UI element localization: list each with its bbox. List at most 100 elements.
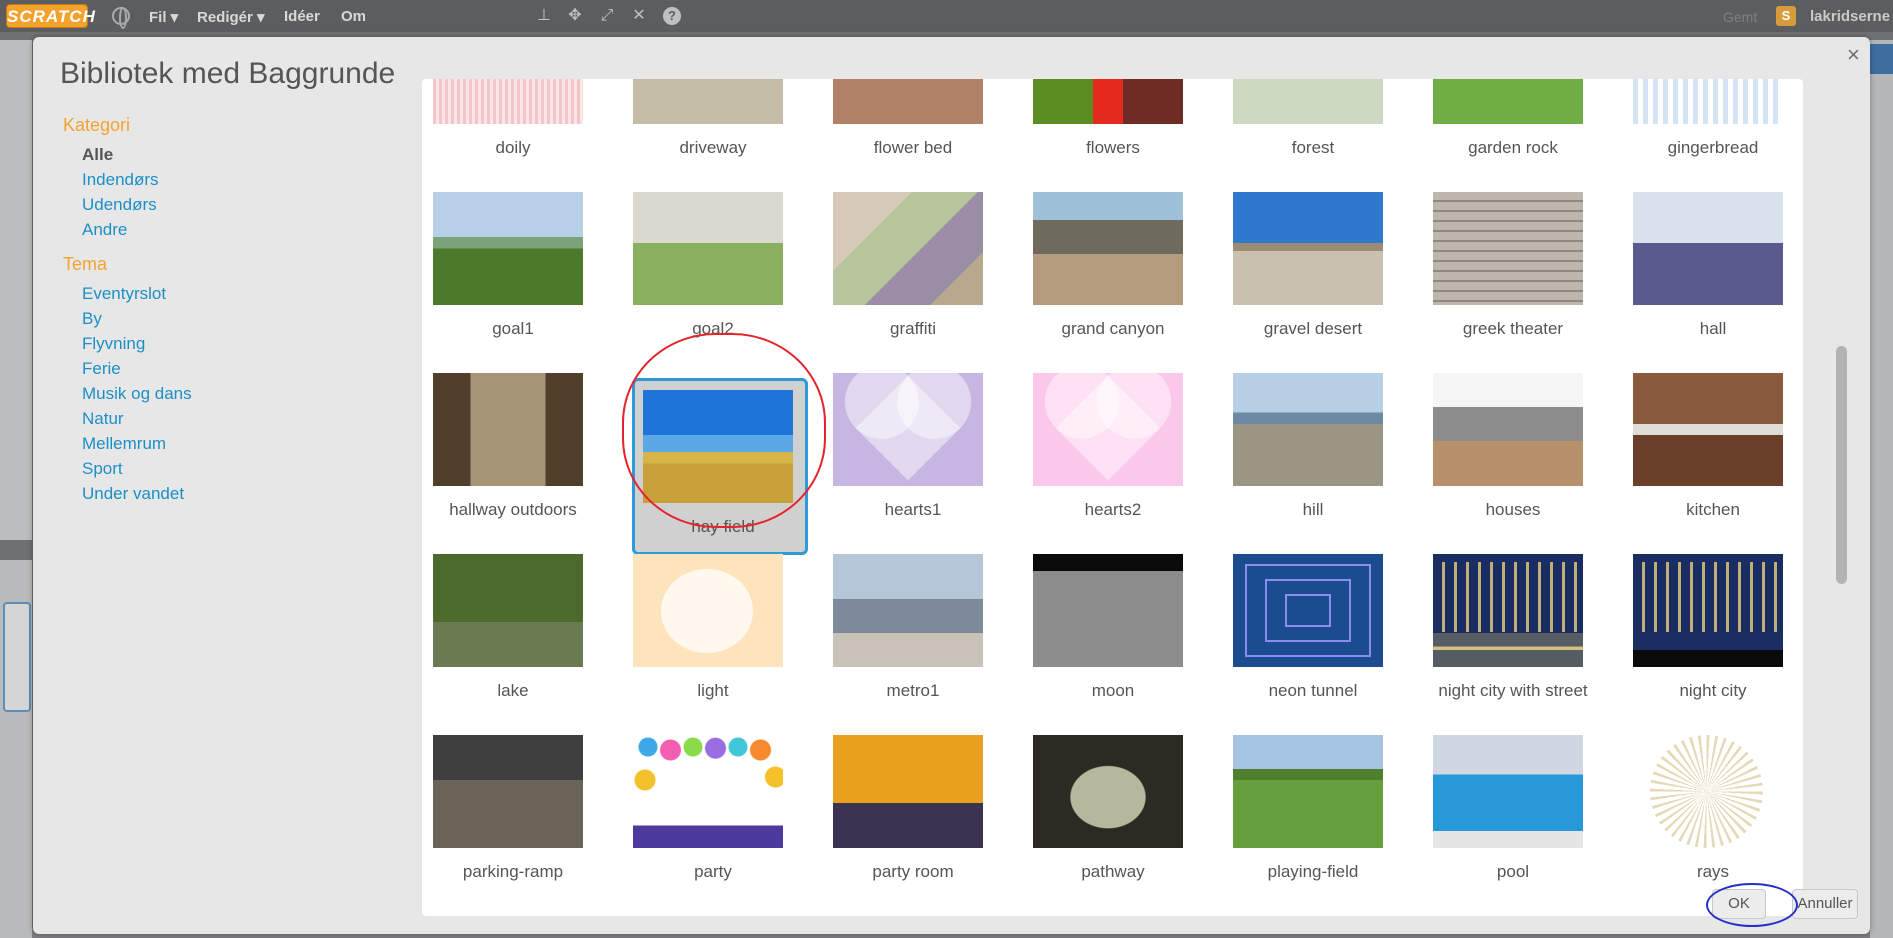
- category-indoors[interactable]: Indendørs: [63, 167, 423, 192]
- dialog-title: Bibliotek med Baggrunde: [60, 57, 396, 90]
- backdrop-thumbnail: [833, 373, 983, 486]
- backdrop-thumbnail: [833, 79, 983, 124]
- backdrop-thumbnail: [1633, 79, 1783, 124]
- backdrop-tile[interactable]: playing-field: [1222, 723, 1383, 904]
- backdrop-tile[interactable]: rays: [1622, 723, 1783, 904]
- backdrop-label: pool: [1496, 862, 1530, 881]
- backdrop-tile[interactable]: flower bed: [822, 79, 983, 180]
- backdrop-label: hearts1: [884, 500, 942, 519]
- shrink-icon[interactable]: ✕: [630, 7, 648, 25]
- backdrop-thumbnail: [1433, 79, 1583, 124]
- backdrop-thumbnail: [433, 554, 583, 667]
- theme-city[interactable]: By: [63, 306, 423, 331]
- red-annotation-circle: [622, 333, 826, 528]
- category-other[interactable]: Andre: [63, 217, 423, 242]
- backdrop-tile[interactable]: light: [622, 542, 783, 723]
- backdrop-tile[interactable]: houses: [1422, 361, 1583, 542]
- backdrop-tile[interactable]: graffiti: [822, 180, 983, 361]
- backdrop-tile[interactable]: hearts2: [1022, 361, 1183, 542]
- theme-flying[interactable]: Flyvning: [63, 331, 423, 356]
- backdrop-label: pathway: [1081, 862, 1145, 881]
- backdrop-tile[interactable]: party room: [822, 723, 983, 904]
- close-icon[interactable]: ×: [1847, 42, 1860, 68]
- backdrop-label: greek theater: [1462, 319, 1564, 338]
- stage-panel-edge: [0, 40, 32, 540]
- heart-shape: [855, 375, 961, 481]
- backdrop-tile[interactable]: pathway: [1022, 723, 1183, 904]
- backdrop-thumbnail: [1033, 79, 1183, 124]
- move-icon[interactable]: ✥: [566, 7, 584, 25]
- cancel-button[interactable]: Annuller: [1792, 889, 1858, 919]
- blue-annotation-circle: [1706, 883, 1798, 927]
- backdrop-tile[interactable]: pool: [1422, 723, 1583, 904]
- backdrop-thumbnail: [1033, 373, 1183, 486]
- theme-holiday[interactable]: Ferie: [63, 356, 423, 381]
- backdrop-tile[interactable]: greek theater: [1422, 180, 1583, 361]
- backdrop-thumbnail: [1433, 192, 1583, 305]
- heart-shape: [1055, 375, 1161, 481]
- backdrop-label: houses: [1485, 500, 1541, 519]
- backdrop-thumbnail: [833, 735, 983, 848]
- backdrop-gallery[interactable]: doily driveway flower bed flowers forest…: [422, 79, 1803, 916]
- backdrop-tile[interactable]: night city with street: [1422, 542, 1588, 723]
- backdrop-label: graffiti: [890, 319, 936, 338]
- backdrop-tile[interactable]: hearts1: [822, 361, 983, 542]
- backdrop-label: hall: [1699, 319, 1727, 338]
- backdrop-tile[interactable]: parking-ramp: [422, 723, 583, 904]
- theme-castle[interactable]: Eventyrslot: [63, 281, 423, 306]
- theme-underwater[interactable]: Under vandet: [63, 481, 423, 506]
- backdrop-tile[interactable]: hill: [1222, 361, 1383, 542]
- menu-about[interactable]: Om: [341, 8, 366, 25]
- scratch-logo[interactable]: SCRATCH: [6, 4, 95, 28]
- backdrop-thumbnail: [633, 554, 783, 667]
- theme-heading: Tema: [63, 254, 108, 274]
- backdrop-tile[interactable]: neon tunnel: [1222, 542, 1383, 723]
- user-avatar-icon[interactable]: S: [1776, 6, 1796, 26]
- backdrop-thumbnail: [633, 735, 783, 848]
- backdrop-tile[interactable]: doily: [422, 79, 583, 180]
- balloons: [633, 735, 783, 795]
- backdrop-thumbnail: [1233, 192, 1383, 305]
- backdrop-tile[interactable]: kitchen: [1622, 361, 1783, 542]
- stamp-icon[interactable]: ⊥: [535, 7, 553, 25]
- backdrop-tile[interactable]: goal1: [422, 180, 583, 361]
- backdrop-label: night city with street: [1438, 681, 1588, 700]
- backdrop-thumbnail: [1033, 735, 1183, 848]
- backdrop-tile[interactable]: flowers: [1022, 79, 1183, 180]
- backdrop-tile[interactable]: lake: [422, 542, 583, 723]
- theme-sports[interactable]: Sport: [63, 456, 423, 481]
- backdrop-tile[interactable]: driveway: [622, 79, 783, 180]
- category-outdoors[interactable]: Udendørs: [63, 192, 423, 217]
- backdrop-library-dialog: Bibliotek med Baggrunde × Kategori Alle …: [33, 37, 1870, 934]
- backdrop-label: party room: [872, 862, 954, 881]
- help-icon[interactable]: ?: [663, 7, 681, 25]
- backdrop-tile[interactable]: forest: [1222, 79, 1383, 180]
- backdrop-tile[interactable]: hallway outdoors: [422, 361, 583, 542]
- theme-space[interactable]: Mellemrum: [63, 431, 423, 456]
- category-all[interactable]: Alle: [63, 142, 423, 167]
- backdrop-tile[interactable]: moon: [1022, 542, 1183, 723]
- backdrop-thumbnail: [1433, 554, 1583, 667]
- menu-file[interactable]: Fil ▾: [149, 8, 178, 26]
- backdrop-label: moon: [1091, 681, 1135, 700]
- theme-nature[interactable]: Natur: [63, 406, 423, 431]
- backdrop-label: doily: [495, 138, 531, 157]
- backdrop-tile[interactable]: gingerbread: [1622, 79, 1783, 180]
- backdrop-tile[interactable]: gravel desert: [1222, 180, 1383, 361]
- backdrop-tile[interactable]: party: [622, 723, 783, 904]
- backdrop-label: playing-field: [1267, 862, 1359, 881]
- backdrop-tile[interactable]: hall: [1622, 180, 1783, 361]
- menu-tips[interactable]: Idéer: [284, 8, 320, 25]
- username[interactable]: lakridserne: [1810, 8, 1890, 25]
- backdrop-tile[interactable]: garden rock: [1422, 79, 1583, 180]
- backdrop-thumbnail: [1633, 373, 1783, 486]
- backdrop-tile[interactable]: grand canyon: [1022, 180, 1183, 361]
- menu-edit[interactable]: Redigér ▾: [197, 8, 265, 26]
- theme-music-dance[interactable]: Musik og dans: [63, 381, 423, 406]
- gallery-scrollbar[interactable]: [1836, 88, 1847, 904]
- language-globe-icon[interactable]: [112, 7, 130, 29]
- grow-icon[interactable]: ⤢: [598, 7, 616, 25]
- scrollbar-thumb[interactable]: [1836, 346, 1847, 584]
- backdrop-tile[interactable]: night city: [1622, 542, 1783, 723]
- backdrop-tile[interactable]: metro1: [822, 542, 983, 723]
